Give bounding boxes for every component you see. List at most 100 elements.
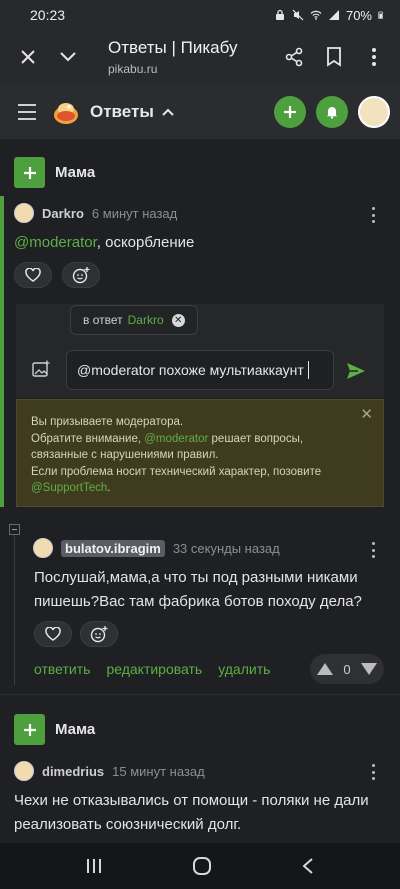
- chevron-up-icon[interactable]: [162, 108, 174, 116]
- delete-link[interactable]: удалить: [218, 661, 270, 677]
- warning-line: Вы призываете модератора.: [31, 416, 184, 428]
- send-icon[interactable]: [346, 362, 366, 380]
- notifications-button[interactable]: [316, 95, 348, 128]
- share-button[interactable]: [274, 37, 314, 77]
- create-post-button[interactable]: [274, 95, 306, 128]
- heart-icon: [45, 627, 61, 641]
- expand-post-button[interactable]: [14, 714, 45, 745]
- comment-menu-button[interactable]: [368, 205, 378, 225]
- image-upload-icon[interactable]: [32, 360, 50, 378]
- comment-author[interactable]: Darkro: [42, 206, 84, 221]
- comment-text: Чехи не отказывались от помощи - поляки …: [14, 792, 369, 833]
- mention-link[interactable]: @moderator: [14, 234, 97, 251]
- chevron-down-icon: [60, 52, 76, 62]
- page-url: pikabu.ru: [108, 62, 158, 76]
- plus-icon: [23, 723, 36, 736]
- status-time: 20:23: [30, 7, 66, 23]
- moderator-warning: ✕ Вы призываете модератора. Обратите вни…: [16, 399, 384, 507]
- warning-line: связанные с нарушениями правил.: [31, 449, 219, 461]
- thread-highlight-bar: [0, 196, 4, 507]
- smiley-plus-icon: [72, 267, 90, 284]
- reply-input-value: @moderator похоже мультиаккаунт: [77, 362, 304, 378]
- battery-percent: 70%: [345, 7, 372, 23]
- avatar[interactable]: [14, 203, 34, 223]
- reply-to-label: в ответ: [83, 313, 123, 327]
- comment-time: 6 минут назад: [91, 205, 178, 221]
- bell-icon: [327, 106, 337, 119]
- avatar[interactable]: [33, 538, 53, 558]
- reply-link[interactable]: ответить: [34, 661, 90, 677]
- reply-to-user[interactable]: Darkro: [128, 313, 164, 327]
- upvote-icon[interactable]: [316, 662, 334, 676]
- plus-icon: [23, 166, 36, 179]
- back-icon[interactable]: [301, 857, 315, 875]
- add-reaction-button[interactable]: [62, 262, 100, 288]
- expand-post-button[interactable]: [14, 157, 45, 188]
- status-bar: 20:23 70%: [0, 0, 400, 30]
- bookmark-icon: [327, 47, 341, 67]
- comment-actions: ответить редактировать удалить: [34, 661, 270, 677]
- comment-header: Darkro 6 минут назад: [14, 203, 177, 223]
- comment-time: 33 секунды назад: [172, 540, 280, 556]
- page-title: Ответы | Пикабу: [108, 38, 238, 57]
- post-title[interactable]: Мама: [55, 164, 95, 181]
- hamburger-icon: [18, 103, 36, 106]
- comment-menu-button[interactable]: [368, 762, 378, 782]
- divider: [0, 694, 400, 695]
- home-icon[interactable]: [192, 856, 212, 876]
- warning-line: Обратите внимание, @moderator решает воп…: [31, 432, 304, 445]
- mute-icon: [292, 9, 304, 21]
- browser-title-block: Ответы | Пикабу pikabu.ru: [108, 38, 274, 76]
- site-header: Ответы: [0, 84, 400, 139]
- comment-header: bulatov.ibragim 33 секунды назад: [33, 538, 280, 558]
- vote-control: 0: [310, 654, 384, 684]
- support-link[interactable]: @SupportTech: [31, 482, 107, 494]
- close-icon: [21, 50, 35, 64]
- section-title[interactable]: Ответы: [90, 102, 154, 122]
- user-avatar[interactable]: [358, 95, 390, 128]
- share-icon: [285, 47, 303, 67]
- comment-header: dimedrius 15 минут назад: [14, 761, 205, 781]
- edit-link[interactable]: редактировать: [106, 661, 202, 677]
- comment-time: 15 минут назад: [112, 763, 205, 779]
- like-button[interactable]: [14, 262, 52, 288]
- comment-author[interactable]: dimedrius: [42, 764, 104, 779]
- expand-button[interactable]: [48, 37, 88, 77]
- close-warning-button[interactable]: ✕: [360, 406, 373, 424]
- smiley-plus-icon: [90, 626, 108, 643]
- system-navigation-bar: [0, 843, 400, 889]
- menu-button[interactable]: [10, 97, 40, 127]
- battery-icon: [378, 11, 383, 19]
- comment-menu-button[interactable]: [368, 540, 378, 560]
- add-reaction-button[interactable]: [80, 621, 118, 647]
- close-tab-button[interactable]: [8, 37, 48, 77]
- wifi-icon: [310, 10, 322, 20]
- more-vertical-icon: [372, 48, 376, 66]
- signal-icon: [328, 10, 339, 20]
- plus-icon: [284, 105, 296, 118]
- comment-author[interactable]: bulatov.ibragim: [61, 539, 165, 557]
- comment-body: , оскорбление: [96, 234, 195, 251]
- collapse-thread-button[interactable]: [9, 524, 20, 535]
- moderator-link[interactable]: @moderator: [144, 433, 208, 445]
- reply-input[interactable]: @moderator похоже мультиаккаунт: [66, 350, 334, 390]
- warning-line: Если проблема носит технический характер…: [31, 465, 322, 478]
- thread-line: [14, 530, 15, 685]
- avatar[interactable]: [14, 761, 34, 781]
- downvote-icon[interactable]: [360, 662, 378, 676]
- bookmark-button[interactable]: [314, 37, 354, 77]
- warning-line: @SupportTech.: [31, 482, 111, 494]
- comment-text: Послушай,мама,а что ты под разными никам…: [34, 569, 362, 610]
- rating-value: 0: [343, 661, 351, 677]
- browser-menu-button[interactable]: [354, 37, 394, 77]
- status-icons: 70%: [274, 8, 386, 23]
- lock-icon: [275, 9, 284, 20]
- like-button[interactable]: [34, 621, 72, 647]
- recent-apps-icon[interactable]: [85, 857, 103, 875]
- remove-reply-to-button[interactable]: ✕: [171, 313, 185, 327]
- post-header: Мама: [14, 157, 95, 188]
- screen: 20:23 70% Ответы | Пикабу pikabu.ru Отве…: [0, 0, 400, 889]
- post-title[interactable]: Мама: [55, 721, 95, 738]
- pikabu-logo[interactable]: [52, 98, 80, 126]
- post-header: Мама: [14, 714, 95, 745]
